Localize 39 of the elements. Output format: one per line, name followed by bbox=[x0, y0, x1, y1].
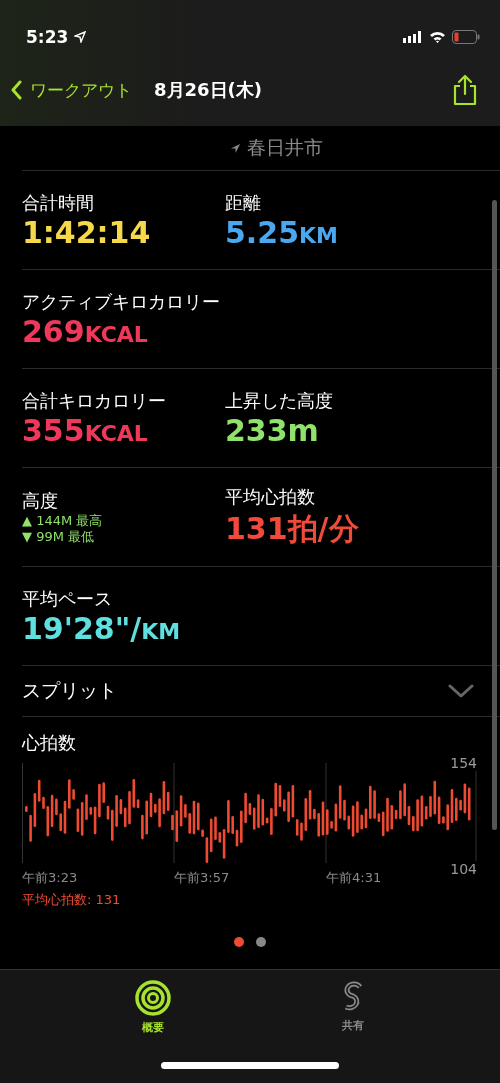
wifi-icon bbox=[429, 31, 446, 43]
stat-label: 平均ペース bbox=[22, 586, 113, 611]
page-dot[interactable] bbox=[256, 937, 266, 947]
back-chevron-icon[interactable] bbox=[10, 80, 22, 100]
page-dot[interactable] bbox=[234, 937, 244, 947]
location-arrow-icon bbox=[229, 142, 241, 154]
stat-value: 131拍/分 bbox=[225, 509, 360, 548]
axis-label: 104 bbox=[450, 861, 477, 877]
elevation-high: ▲ 144M 最高 bbox=[22, 512, 104, 529]
share-icon[interactable] bbox=[452, 74, 478, 106]
stat-value: 1:42:14 bbox=[22, 214, 152, 250]
time-label: 午前3:23 bbox=[22, 869, 79, 887]
stat-value: 269KCAL bbox=[22, 313, 149, 349]
back-button[interactable]: ワークアウト bbox=[10, 78, 132, 102]
stat-value: 5.25KM bbox=[225, 214, 339, 250]
location-arrow-icon bbox=[74, 31, 87, 43]
stat-label: 合計時間 bbox=[22, 190, 95, 215]
stat-label: 合計キロカロリー bbox=[22, 388, 167, 413]
average-heart-rate: 平均心拍数: 131 bbox=[22, 891, 122, 909]
rings-icon[interactable] bbox=[135, 980, 171, 1016]
battery-icon bbox=[452, 30, 480, 44]
stat-label: 上昇した高度 bbox=[225, 388, 334, 413]
chart-title: 心拍数 bbox=[22, 731, 77, 755]
tab[interactable]: 共有 bbox=[341, 970, 365, 1040]
time-label: 午前3:57 bbox=[174, 869, 231, 887]
status-time: 5:23 bbox=[26, 27, 69, 47]
signal-icon bbox=[403, 31, 423, 43]
elevation-low: ▼ 99M 最低 bbox=[22, 529, 96, 546]
stat-label: アクティブキロカロリー bbox=[22, 289, 221, 314]
tab[interactable]: 概要 bbox=[135, 970, 171, 1040]
stat-value: 233m bbox=[225, 412, 320, 448]
stat-value: 355KCAL bbox=[22, 412, 149, 448]
stat-label: 平均心拍数 bbox=[225, 484, 316, 509]
location-text: 春日井市 bbox=[246, 135, 323, 160]
stat-label: 距離 bbox=[225, 190, 262, 215]
stat-value: 19'28"/KM bbox=[22, 610, 182, 646]
axis-label: 154 bbox=[450, 755, 477, 771]
nav-title: 8月26日(木) bbox=[154, 78, 263, 102]
stat-label: 高度 bbox=[22, 488, 59, 513]
